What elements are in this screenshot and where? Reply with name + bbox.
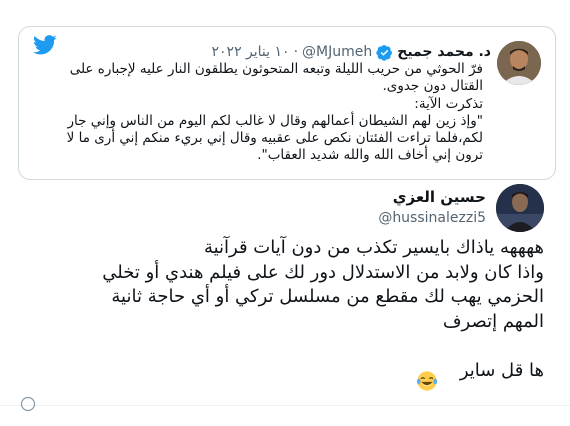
tweet-divider: [0, 405, 570, 406]
quoted-tweet-text: فرّ الحوثي من حريب الليلة وتبعه المتحوثو…: [66, 61, 483, 164]
info-icon: [20, 396, 36, 412]
twitter-bird-icon: [33, 35, 57, 55]
quoted-author-name[interactable]: د. محمد جميح: [397, 44, 491, 60]
quoted-author-avatar[interactable]: [497, 41, 541, 85]
reply-tweet-text: ههههه ياذاك بايسير تكذب من دون آيات قرآن…: [102, 237, 544, 381]
quoted-tweet-header: د. محمد جميح @MJumeh · ١٠ يناير ٢٠٢٢: [212, 41, 491, 63]
quoted-author-handle[interactable]: @MJumeh: [302, 44, 372, 60]
avatar-photo: [496, 184, 544, 232]
quoted-tweet-date[interactable]: ١٠ يناير ٢٠٢٢: [212, 44, 290, 60]
meta-separator: ·: [293, 44, 299, 60]
verified-badge-icon: [376, 44, 393, 61]
avatar-photo: [497, 41, 541, 85]
reply-author-handle[interactable]: @hussinalezzi5: [378, 210, 486, 226]
quoted-tweet-card[interactable]: د. محمد جميح @MJumeh · ١٠ يناير ٢٠٢٢ فرّ…: [18, 26, 556, 180]
reply-author-name[interactable]: حسين العزي: [393, 188, 486, 206]
laughing-tears-emoji-icon: [416, 371, 438, 391]
reply-author-avatar[interactable]: [496, 184, 544, 232]
